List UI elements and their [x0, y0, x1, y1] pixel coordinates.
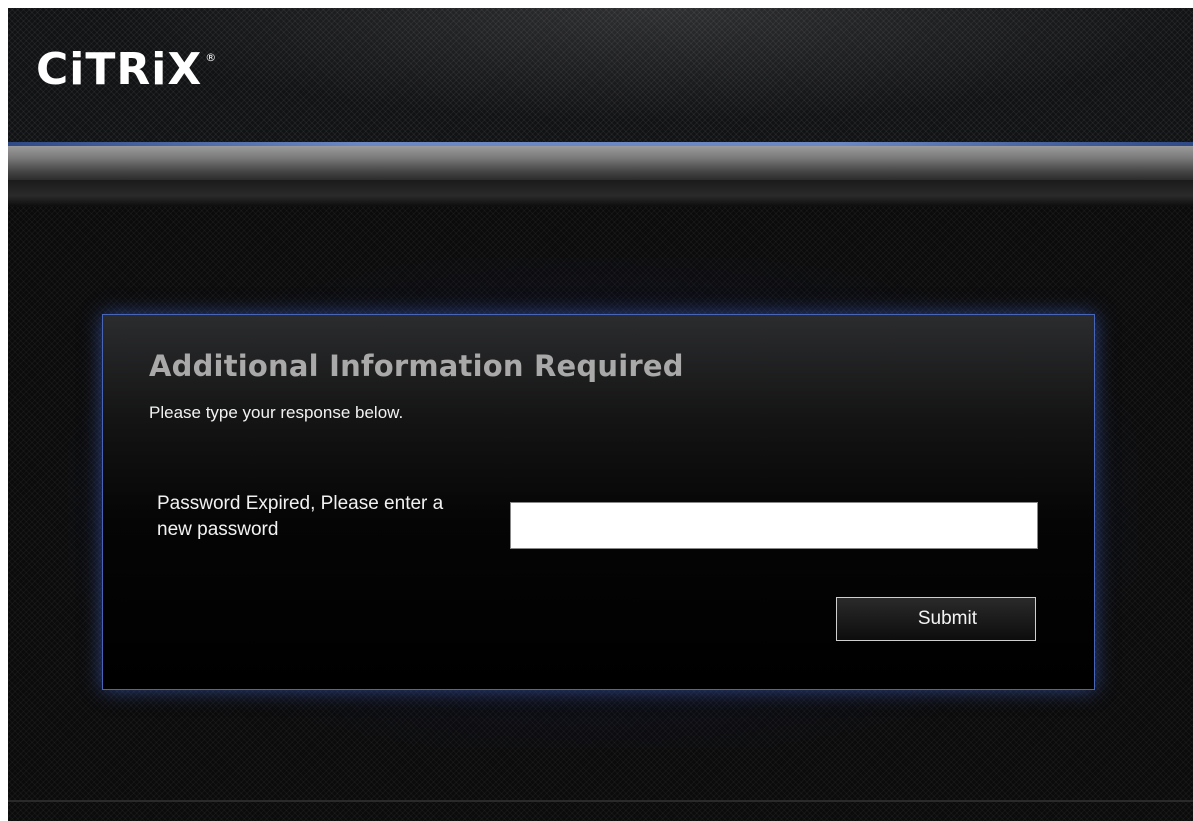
new-password-label: Password Expired, Please enter a new pas…: [157, 493, 444, 540]
logo-text: CiTRiX: [36, 44, 203, 95]
citrix-login-page: CiTRiX ® Additional Information Required…: [8, 8, 1193, 821]
citrix-logo: CiTRiX ®: [36, 48, 217, 108]
dialog-title: Additional Information Required: [149, 349, 684, 383]
header-silver-bar: [8, 146, 1193, 180]
registered-mark: ®: [205, 51, 218, 64]
new-password-input[interactable]: [510, 502, 1038, 549]
header-dark-band: [8, 180, 1193, 206]
dialog-subtitle: Please type your response below.: [149, 403, 404, 422]
submit-button[interactable]: Submit: [836, 597, 1036, 641]
header: CiTRiX ®: [8, 8, 1193, 142]
footer-divider: [8, 800, 1193, 802]
additional-info-dialog: Additional Information Required Please t…: [102, 314, 1095, 690]
